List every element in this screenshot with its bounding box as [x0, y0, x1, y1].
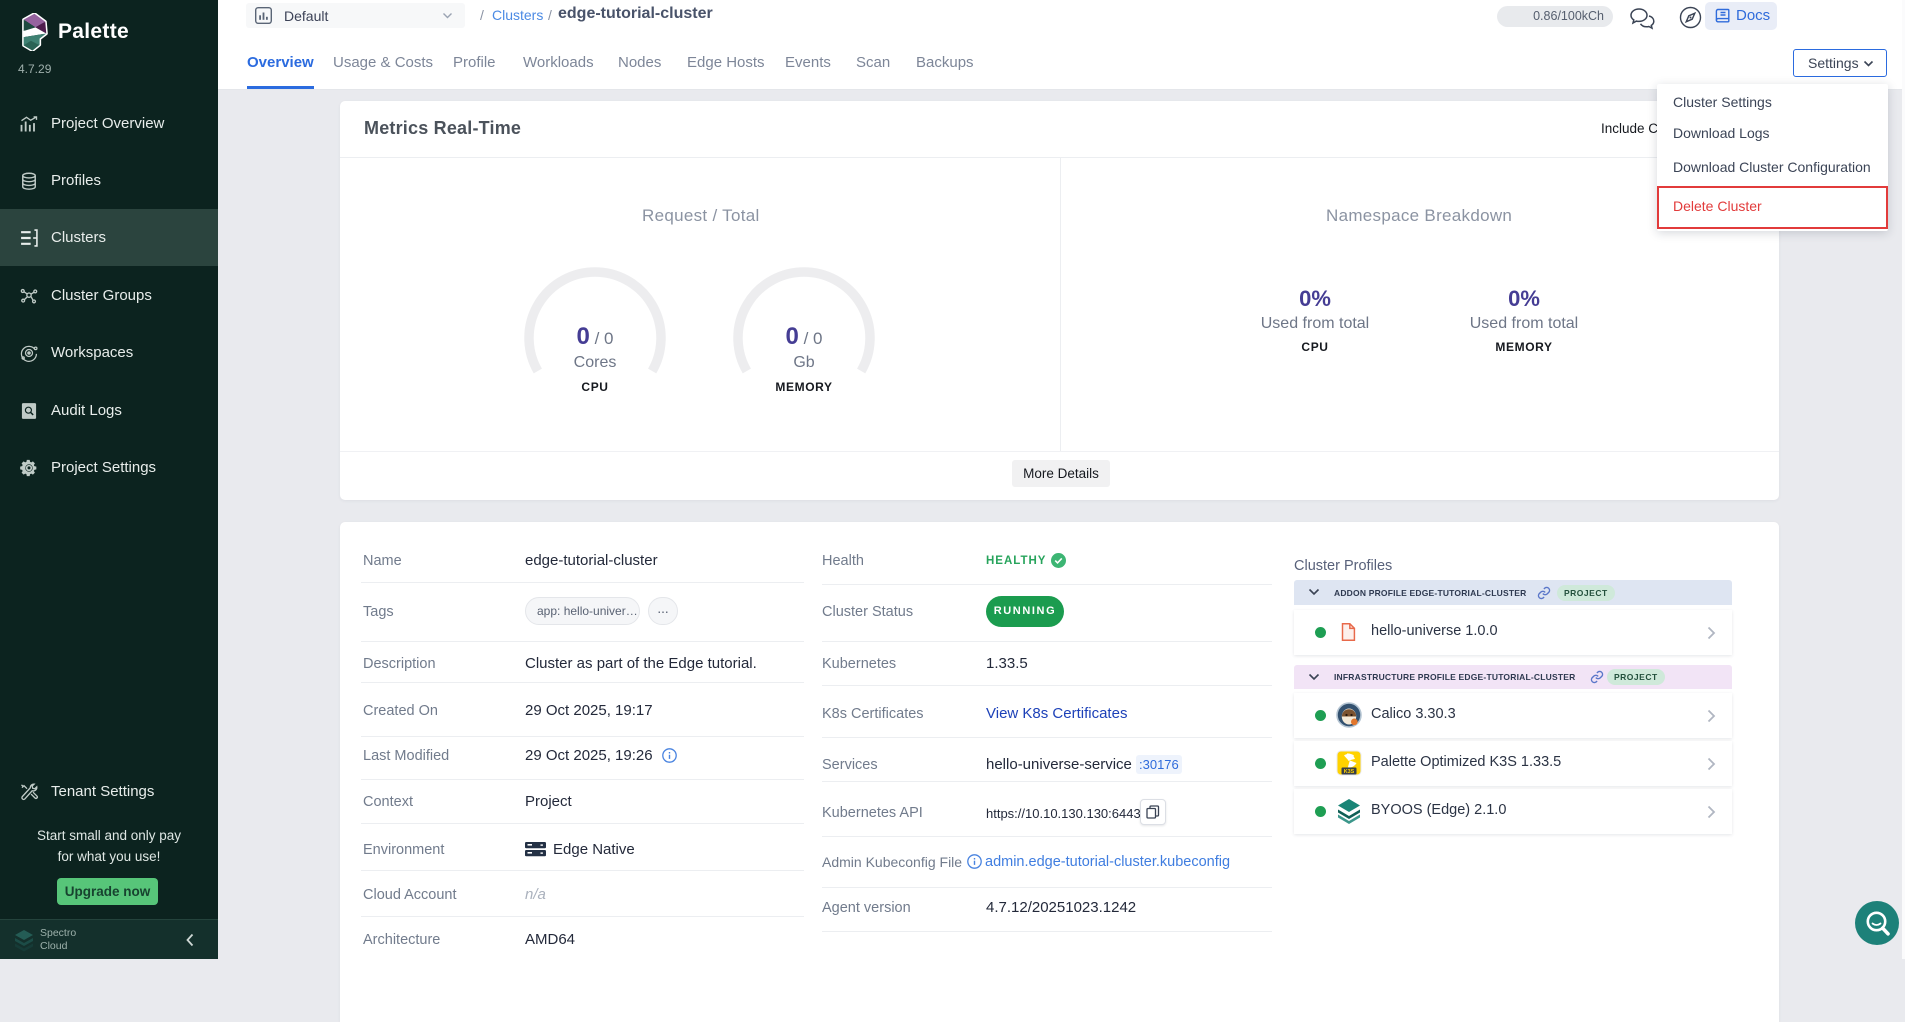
svg-text:K3S: K3S	[1344, 769, 1355, 775]
